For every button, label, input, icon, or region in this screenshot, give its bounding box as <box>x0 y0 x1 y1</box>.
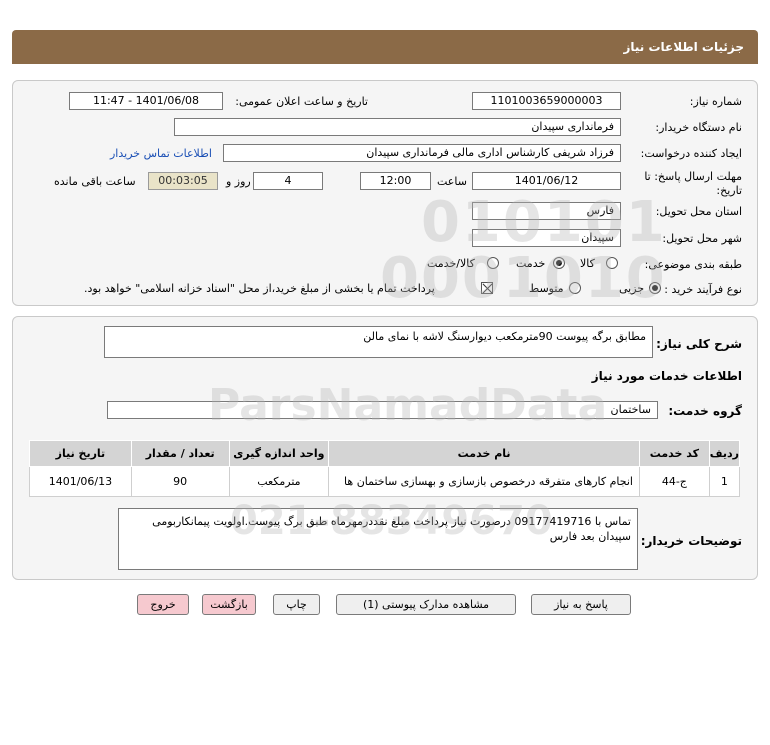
buyer-notes-label: توضیحات خریدار: <box>640 534 742 548</box>
page-title: جزئیات اطلاعات نیاز <box>623 40 744 54</box>
remaining-time-field: 00:03:05 <box>148 172 218 190</box>
need-number-label: شماره نیاز: <box>689 95 742 108</box>
category-goods-radio[interactable] <box>606 257 618 269</box>
cell-quantity: 90 <box>130 466 230 497</box>
days-label: روز و <box>226 175 251 188</box>
category-label: طبقه بندی موضوعی: <box>644 258 742 271</box>
cell-service-name: انجام کارهای متفرقه درخصوص بازسازی و بهس… <box>328 466 640 497</box>
province-field[interactable]: فارس <box>472 202 621 220</box>
buyer-notes-field[interactable]: تماس با 09177419716 درصورت نیاز پرداخت م… <box>118 508 638 570</box>
cell-unit: مترمکعب <box>228 466 330 497</box>
purchase-type-minor-radio[interactable] <box>649 282 661 294</box>
deadline-time-label: ساعت <box>437 175 467 188</box>
services-table: ردیف کد خدمت نام خدمت واحد اندازه گیری ت… <box>29 440 741 497</box>
treasury-note: پرداخت تمام یا بخشی از مبلغ خرید،از محل … <box>84 282 435 295</box>
deadline-date-field[interactable]: 1401/06/12 <box>472 172 621 190</box>
purchase-type-medium-label: متوسط <box>529 282 564 295</box>
buyer-org-field[interactable]: فرمانداری سپیدان <box>174 118 621 136</box>
need-details-panel <box>12 80 758 306</box>
deadline-label-line1: مهلت ارسال پاسخ: تا <box>644 170 742 183</box>
exit-button[interactable]: خروج <box>137 594 189 615</box>
description-label: شرح کلی نیاز: <box>656 337 742 351</box>
cell-row-number: 1 <box>708 466 741 497</box>
table-row[interactable]: 1 ج-44 انجام کارهای متفرقه درخصوص بازساز… <box>29 466 741 497</box>
purchase-type-minor-label: جزیی <box>619 282 645 295</box>
services-info-title: اطلاعات خدمات مورد نیاز <box>591 369 742 383</box>
buyer-org-label: نام دستگاه خریدار: <box>655 121 742 134</box>
deadline-time-field[interactable]: 12:00 <box>360 172 431 190</box>
remaining-time-label: ساعت باقی مانده <box>54 175 136 188</box>
announce-datetime-label: تاریخ و ساعت اعلان عمومی: <box>235 95 368 108</box>
buyer-contact-link[interactable]: اطلاعات تماس خریدار <box>110 147 212 160</box>
purchase-type-medium-radio[interactable] <box>569 282 581 294</box>
service-group-field[interactable]: ساختمان <box>107 401 658 419</box>
category-service-radio[interactable] <box>553 257 565 269</box>
deadline-days-field[interactable]: 4 <box>253 172 323 190</box>
city-field[interactable]: سپیدان <box>472 229 621 247</box>
cell-service-code: ج-44 <box>638 466 710 497</box>
treasury-checkbox[interactable] <box>481 282 493 294</box>
col-qty-header: تعداد / مقدار <box>130 440 230 467</box>
reply-button[interactable]: پاسخ به نیاز <box>531 594 631 615</box>
announce-datetime-field[interactable]: 1401/06/08 - 11:47 <box>69 92 223 110</box>
description-field[interactable]: مطابق برگه پیوست 90مترمکعب دیوارسنگ لاشه… <box>104 326 653 358</box>
col-name-header: نام خدمت <box>328 440 640 467</box>
need-number-field[interactable]: 1101003659000003 <box>472 92 621 110</box>
category-goods-service-label: کالا/خدمت <box>427 257 475 270</box>
purchase-type-label: نوع فرآیند خرید : <box>664 283 742 296</box>
service-group-label: گروه خدمت: <box>668 404 742 418</box>
col-date-header: تاریخ نیاز <box>29 440 132 467</box>
creator-field[interactable]: فرزاد شریفی کارشناس اداری مالی فرمانداری… <box>223 144 621 162</box>
city-label: شهر محل تحویل: <box>662 232 742 245</box>
print-button[interactable]: چاپ <box>273 594 320 615</box>
view-attachments-button[interactable]: مشاهده مدارک پیوستی (1) <box>336 594 516 615</box>
col-unit-header: واحد اندازه گیری <box>228 440 330 467</box>
table-header-row: ردیف کد خدمت نام خدمت واحد اندازه گیری ت… <box>29 440 741 467</box>
creator-label: ایجاد کننده درخواست: <box>640 147 742 160</box>
page-header: جزئیات اطلاعات نیاز <box>12 30 758 64</box>
category-service-label: خدمت <box>516 257 546 270</box>
cell-need-date: 1401/06/13 <box>29 466 132 497</box>
category-goods-label: کالا <box>580 257 595 270</box>
col-row-header: ردیف <box>708 440 741 467</box>
col-code-header: کد خدمت <box>638 440 710 467</box>
category-goods-service-radio[interactable] <box>487 257 499 269</box>
back-button[interactable]: بازگشت <box>202 594 256 615</box>
deadline-label-line2: تاریخ: <box>716 184 742 197</box>
province-label: استان محل تحویل: <box>655 205 742 218</box>
